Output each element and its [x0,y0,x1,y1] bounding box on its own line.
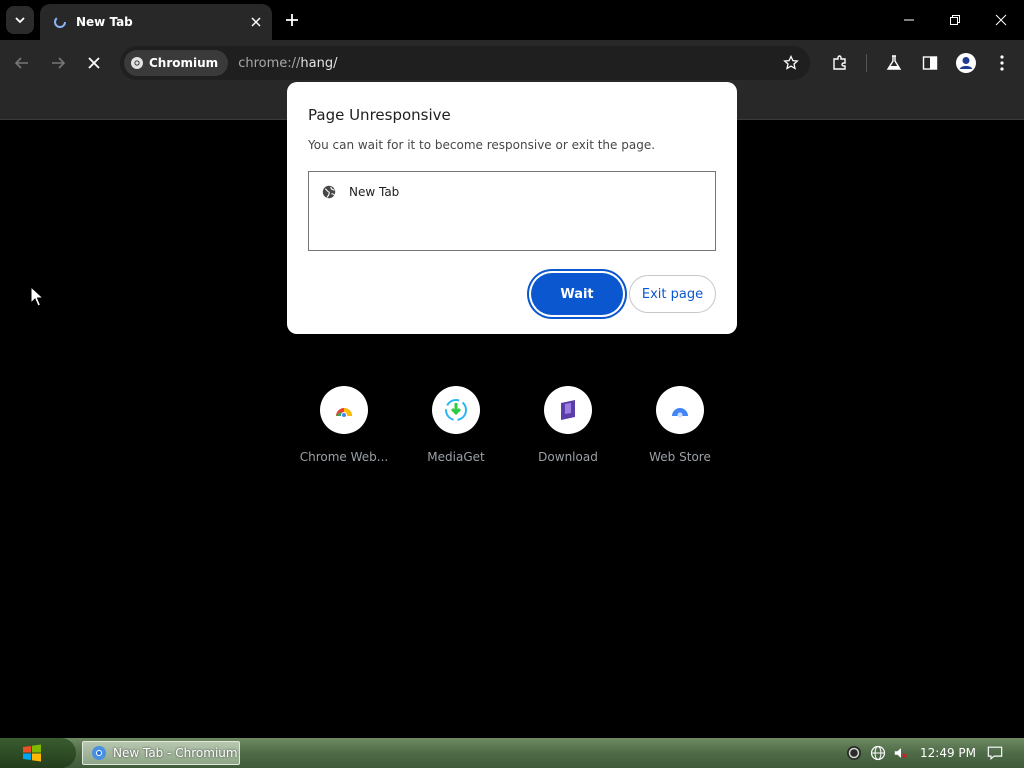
flask-icon [886,55,902,70]
chromium-logo-icon [131,57,143,69]
toolbar-separator [866,54,867,72]
minimize-icon [904,19,914,21]
shortcut-icon-circle [432,386,480,434]
mediaget-icon [445,399,467,421]
url-text: chrome://hang/ [238,56,337,71]
extensions-button[interactable] [828,51,852,75]
tab-title: New Tab [76,15,133,29]
taskbar: New Tab - Chromium 12:49 PM [0,738,1024,768]
network-globe-icon[interactable] [870,745,886,761]
start-button[interactable] [0,738,76,768]
windows-logo-icon [23,744,41,762]
taskbar-item-label: New Tab - Chromium [113,746,238,760]
bookmark-star-button[interactable] [780,52,802,74]
chrome-web-store-icon [336,408,352,418]
tab-strip: New Tab [0,0,1024,40]
close-icon [995,14,1007,26]
shortcut-label: Download [538,450,598,464]
labs-button[interactable] [882,51,906,75]
profile-button[interactable] [954,51,978,75]
url-scheme: chrome:// [238,55,301,71]
shortcut-label: Web Store [649,450,711,464]
side-panel-icon [922,56,938,70]
exit-page-button[interactable]: Exit page [629,275,716,313]
avatar-icon [956,53,976,73]
shortcut-icon-circle [656,386,704,434]
forward-button[interactable] [44,49,72,77]
close-icon [88,57,100,69]
plus-icon [286,14,298,26]
toolbar: Chromium chrome://hang/ [0,40,1024,86]
site-chip-label: Chromium [149,56,219,70]
address-bar[interactable]: Chromium chrome://hang/ [120,46,810,80]
list-item-label: New Tab [349,185,400,199]
download-icon [561,400,575,420]
unresponsive-pages-list: New Tab [308,171,716,251]
arrow-right-icon [52,57,66,69]
shortcut-label: MediaGet [427,450,485,464]
close-window-button[interactable] [978,0,1024,40]
url-host: hang/ [300,55,338,71]
dialog-message: You can wait for it to become responsive… [308,138,656,152]
site-info-chip[interactable]: Chromium [124,50,229,76]
restore-button[interactable] [932,0,978,40]
globe-icon [321,184,337,200]
shortcut-tile[interactable]: Download [520,386,616,464]
loading-spinner-icon [52,14,68,30]
mouse-cursor-icon [30,286,44,307]
stop-loading-button[interactable] [80,49,108,77]
web-store-icon [672,408,688,418]
clock: 12:49 PM [920,746,976,760]
tab-search-button[interactable] [6,6,34,34]
dialog-title: Page Unresponsive [308,106,451,124]
new-tab-button[interactable] [280,8,304,32]
restore-icon [950,15,960,25]
menu-button[interactable] [990,51,1014,75]
shortcut-tile[interactable]: Web Store [632,386,728,464]
shortcut-tile[interactable]: Chrome Web... [296,386,392,464]
page-unresponsive-dialog: Page Unresponsive You can wait for it to… [287,82,737,334]
side-panel-button[interactable] [918,51,942,75]
volume-muted-icon[interactable] [893,745,909,761]
tray-app-icon[interactable] [846,745,862,761]
minimize-button[interactable] [886,0,932,40]
list-item: New Tab [321,184,399,200]
wait-button[interactable]: Wait [531,273,623,315]
back-button[interactable] [8,49,36,77]
shortcut-icon-circle [320,386,368,434]
tab-new-tab[interactable]: New Tab [40,4,272,40]
more-vertical-icon [1000,55,1004,71]
star-icon [783,55,799,70]
puzzle-icon [833,55,846,70]
notifications-button[interactable] [987,745,1003,761]
arrow-left-icon [14,57,28,69]
shortcut-icon-circle [544,386,592,434]
shortcut-tile[interactable]: MediaGet [408,386,504,464]
taskbar-item-chromium[interactable]: New Tab - Chromium [82,741,240,765]
notification-icon [987,746,1003,761]
chromium-logo-icon [92,746,106,760]
chevron-down-icon [15,17,25,24]
close-tab-icon[interactable] [246,12,266,32]
shortcut-label: Chrome Web... [299,450,389,464]
